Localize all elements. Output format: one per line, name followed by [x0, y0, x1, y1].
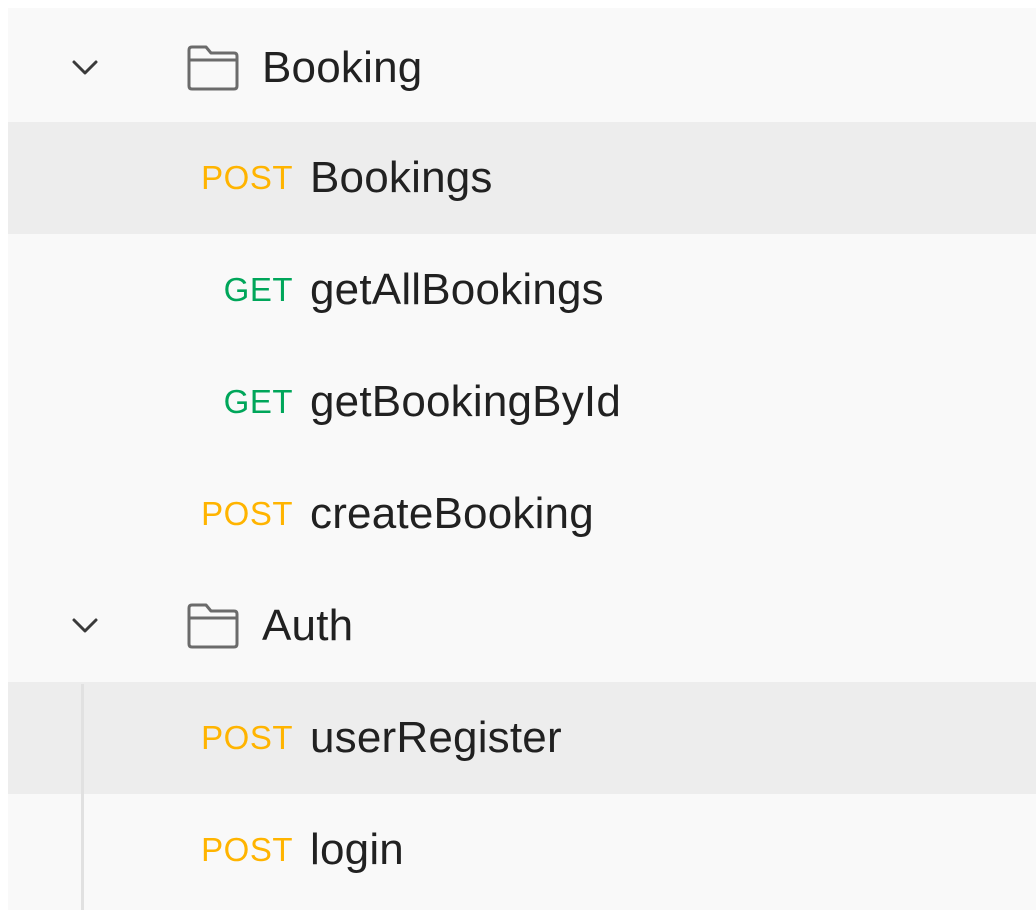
folder-icon: [185, 602, 241, 650]
method-badge: POST: [201, 159, 293, 196]
request-row-bookings[interactable]: POST Bookings: [8, 122, 1036, 234]
method-badge: GET: [223, 271, 293, 308]
request-name: login: [310, 825, 404, 874]
request-row-get-all-bookings[interactable]: GET getAllBookings: [8, 234, 1036, 346]
method-badge: POST: [201, 831, 293, 868]
request-row-create-booking[interactable]: POST createBooking: [8, 458, 1036, 570]
tree-indent-line: [81, 684, 84, 910]
collection-tree: Booking POST Bookings GET getAllBookings…: [8, 8, 1036, 910]
request-name: Bookings: [310, 153, 493, 202]
request-name: userRegister: [310, 713, 562, 762]
method-badge: POST: [201, 719, 293, 756]
folder-label: Auth: [262, 601, 354, 650]
request-row-user-register[interactable]: POST userRegister: [8, 682, 1036, 794]
request-name: getBookingById: [310, 377, 622, 426]
folder-row-auth[interactable]: Auth: [8, 570, 1036, 682]
request-name: createBooking: [310, 489, 594, 538]
method-badge: GET: [223, 383, 293, 420]
request-name: getAllBookings: [310, 265, 604, 314]
method-badge: POST: [201, 495, 293, 532]
folder-icon: [185, 44, 241, 92]
chevron-down-icon[interactable]: [65, 48, 105, 88]
folder-label: Booking: [262, 43, 423, 92]
chevron-down-icon[interactable]: [65, 606, 105, 646]
request-row-get-booking-by-id[interactable]: GET getBookingById: [8, 346, 1036, 458]
folder-row-booking[interactable]: Booking: [8, 12, 1036, 124]
request-row-login[interactable]: POST login: [8, 794, 1036, 906]
